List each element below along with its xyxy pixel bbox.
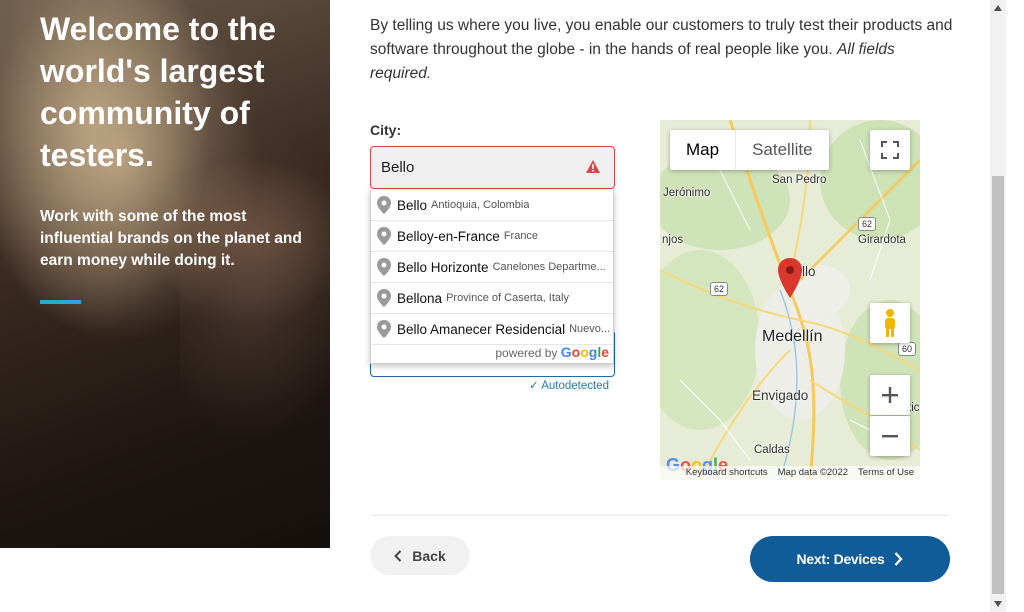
back-button-label: Back xyxy=(412,547,446,564)
scrollbar-thumb[interactable] xyxy=(992,176,1004,594)
map-label-medellin: Medellín xyxy=(762,328,823,345)
keyboard-shortcuts-link[interactable]: Keyboard shortcuts xyxy=(686,466,768,480)
next-button-label: Next: Devices xyxy=(796,551,885,567)
autocomplete-item-secondary: France xyxy=(503,230,539,242)
warning-icon xyxy=(586,160,600,173)
back-button[interactable]: Back xyxy=(370,536,470,575)
tab-map[interactable]: Map xyxy=(670,130,735,170)
autocomplete-item-secondary: Canelones Departme... xyxy=(492,261,606,273)
hero-title: Welcome to the world's largest community… xyxy=(40,11,276,173)
autocomplete-item[interactable]: Bellona Province of Caserta, Italy xyxy=(371,283,613,314)
map-data-attribution: Map data ©2022 xyxy=(777,467,849,478)
autocomplete-item-main: Bello Horizonte xyxy=(397,259,489,275)
pegman-icon xyxy=(885,309,895,337)
fullscreen-icon xyxy=(881,141,899,159)
plus-icon xyxy=(882,387,898,403)
autocomplete-item-main: Bello xyxy=(397,197,428,213)
chevron-right-icon xyxy=(895,552,904,566)
scroll-down-arrow-icon[interactable] xyxy=(993,600,1003,608)
map-label-njos: njos xyxy=(662,234,684,246)
fullscreen-button[interactable] xyxy=(870,130,910,170)
next-devices-button[interactable]: Next: Devices xyxy=(750,536,950,582)
powered-by-google: powered by Google xyxy=(495,344,609,360)
map-label-girardota: Girardota xyxy=(858,234,906,246)
chevron-left-icon xyxy=(394,549,402,562)
hero-subtitle: Work with some of the most influential b… xyxy=(40,208,302,269)
autocomplete-item[interactable]: Bello Amanecer Residencial Nuevo... xyxy=(371,314,613,345)
zoom-out-button[interactable] xyxy=(870,416,910,456)
road-shield: 60 xyxy=(898,342,916,356)
map-type-tabs: Map Satellite xyxy=(670,130,829,170)
map-pin-icon xyxy=(377,227,391,245)
minus-icon xyxy=(882,435,898,438)
city-input[interactable] xyxy=(370,146,615,189)
road-shield: 62 xyxy=(858,217,876,231)
location-pin-icon[interactable] xyxy=(778,258,802,298)
zoom-in-button[interactable] xyxy=(870,375,910,415)
tab-satellite[interactable]: Satellite xyxy=(735,130,828,170)
road-shield: 62 xyxy=(710,282,728,296)
map-footer: Keyboard shortcuts Map data ©2022 Terms … xyxy=(660,466,920,480)
map-label-envigado: Envigado xyxy=(752,388,809,403)
map-pin-icon xyxy=(377,320,391,338)
map-pin-icon xyxy=(377,196,391,214)
footer-divider xyxy=(370,515,950,516)
intro-text: By telling us where you live, you enable… xyxy=(370,14,960,86)
autocomplete-item-main: Belloy-en-France xyxy=(397,228,500,244)
autodetected-label: ✓ Autodetected xyxy=(529,380,609,392)
map-pin-icon xyxy=(377,289,391,307)
map-label-jeronimo: Jerónimo xyxy=(663,187,711,199)
terms-of-use-link[interactable]: Terms of Use xyxy=(858,466,914,480)
city-label: City: xyxy=(370,122,402,138)
map-widget[interactable]: Map Satellite Jerónimo San Pedro Girardo… xyxy=(660,120,920,480)
autocomplete-item-secondary: Nuevo... xyxy=(569,323,611,335)
autocomplete-item[interactable]: Bello Antioquia, Colombia xyxy=(371,190,613,221)
autocomplete-item[interactable]: Belloy-en-France France xyxy=(371,221,613,252)
autocomplete-item[interactable]: Bello Horizonte Canelones Departme... xyxy=(371,252,613,283)
scroll-up-arrow-icon[interactable] xyxy=(993,4,1003,12)
hero-accent-bar xyxy=(40,300,81,304)
autocomplete-item-secondary: Province of Caserta, Italy xyxy=(446,292,569,304)
hero-panel: Welcome to the world's largest community… xyxy=(0,0,330,548)
autocomplete-dropdown: Bello Antioquia, Colombia Belloy-en-France… xyxy=(370,190,614,364)
map-label-san-pedro: San Pedro xyxy=(772,174,827,186)
map-pin-icon xyxy=(377,258,391,276)
map-label-bello: llo xyxy=(802,264,816,279)
autocomplete-item-main: Bello Amanecer Residencial xyxy=(397,321,566,337)
autocomplete-item-secondary: Antioquia, Colombia xyxy=(431,199,530,211)
street-view-button[interactable] xyxy=(870,303,910,343)
autocomplete-item-main: Bellona xyxy=(397,290,443,306)
map-label-caldas: Caldas xyxy=(754,444,790,456)
